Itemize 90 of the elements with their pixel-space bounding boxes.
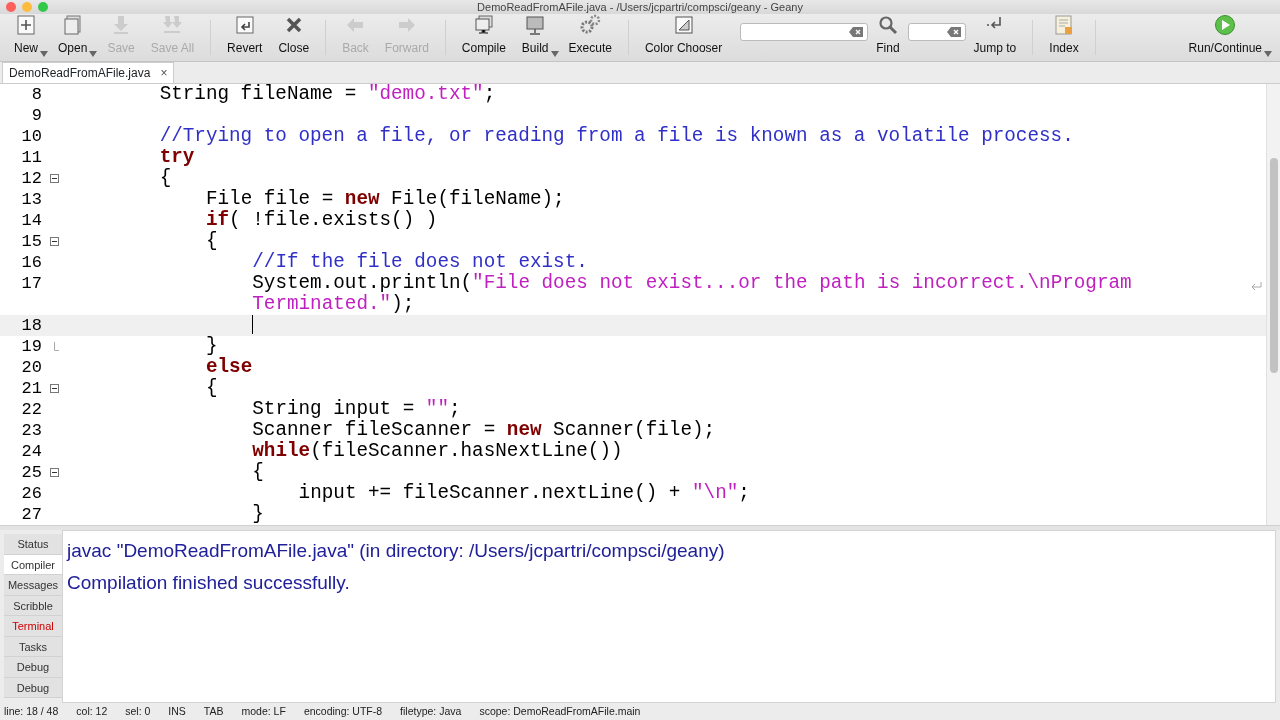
code-line: Scanner fileScanner = new Scanner(file); (252, 419, 716, 441)
caret-icon[interactable] (1264, 51, 1272, 58)
line-number: 16 (20, 252, 42, 273)
line-number: 18 (20, 315, 42, 336)
play-icon (1214, 14, 1237, 36)
line-number: 24 (20, 441, 42, 462)
caret-icon[interactable] (550, 51, 559, 58)
code-line: if( !file.exists() ) (205, 209, 438, 231)
line-number: 9 (30, 105, 42, 126)
clear-icon (849, 26, 864, 37)
status-item: mode: LF (241, 703, 286, 719)
status-item: filetype: Java (400, 703, 462, 719)
line-number: 17 (20, 273, 42, 295)
panel-tab[interactable]: Debug (4, 677, 62, 698)
close-tab-button[interactable]: × (160, 64, 168, 82)
code-line: while(fileScanner.hasNextLine()) (252, 440, 623, 462)
status-item: col: 12 (76, 703, 108, 719)
file-tab[interactable]: DemoReadFromAFile.java × (2, 62, 175, 83)
code-line: input += fileScanner.nextLine() + "\n"; (298, 482, 750, 504)
document-hand-icon (1052, 14, 1075, 36)
toolbar-button[interactable]: Color Chooser (636, 14, 731, 61)
search-field[interactable] (907, 22, 966, 41)
toolbar-button[interactable]: Find (868, 14, 908, 61)
toolbar-button[interactable]: Open (50, 14, 96, 61)
line-number: 25 (20, 462, 42, 483)
panel-tab[interactable]: Scribble (4, 595, 62, 616)
line-number: 11 (20, 147, 42, 168)
panel-tab[interactable]: Status (4, 534, 62, 555)
status-item: sel: 0 (125, 703, 151, 719)
line-number: 26 (20, 483, 42, 504)
code-line: { (205, 230, 218, 252)
code-line: File file = new File(fileName); (205, 188, 565, 210)
panel-tab[interactable]: Terminal (4, 616, 62, 637)
code-line: System.out.println("File does not exist...or the path is incorrect.\nProgram Terminated."); (252, 272, 1133, 315)
toolbar-button[interactable]: Run/Continue (1180, 14, 1270, 61)
window-title: DemoReadFromAFile.java - /Users/jcpartri/compsci/geany - Geany (477, 0, 803, 15)
line-number: 23 (20, 420, 42, 441)
code-line: { (205, 377, 218, 399)
line-number: 12 (20, 168, 42, 189)
panel-tab[interactable]: Compiler (4, 554, 62, 575)
code-line: else (205, 356, 253, 378)
status-item: TAB (203, 703, 224, 719)
revert-icon (233, 14, 256, 36)
caret-icon[interactable] (89, 51, 98, 58)
text-cursor (252, 315, 254, 335)
new-file-icon (15, 14, 37, 36)
scrollbar-thumb[interactable] (1269, 158, 1278, 373)
status-item: scope: DemoReadFromAFile.main (479, 703, 641, 719)
toolbar-button[interactable]: Revert (219, 14, 271, 61)
toolbar-button[interactable]: Index (1041, 14, 1087, 61)
code-line: String fileName = "demo.txt"; (159, 84, 496, 105)
monitor-icon (472, 14, 495, 36)
line-number: 20 (20, 357, 42, 378)
line-number: 21 (20, 378, 42, 399)
status-item: line: 18 / 48 (4, 703, 59, 719)
code-line: try (159, 146, 195, 168)
gears-icon (579, 14, 602, 36)
clear-icon (946, 26, 961, 37)
panel-tab[interactable]: Tasks (4, 636, 62, 657)
toolbar-button[interactable]: Jump to (965, 14, 1025, 61)
code-line: //Trying to open a file, or reading from a file is known as a volatile process. (159, 125, 1074, 147)
line-number: 10 (20, 126, 42, 147)
folder-icon (61, 14, 84, 36)
line-number: 27 (20, 504, 42, 525)
code-line: //If the file does not exist. (252, 251, 588, 273)
search-field[interactable] (740, 22, 869, 41)
panel-tab[interactable]: Debug (4, 657, 62, 678)
compiler-message: javac "DemoReadFromAFile.java" (in directory: /Users/jcpartri/compsci/geany) (67, 539, 726, 563)
code-line: } (205, 335, 218, 357)
caret-icon[interactable] (40, 51, 48, 58)
panel-tab[interactable]: Messages (4, 575, 62, 596)
line-number: 15 (20, 231, 42, 252)
code-line: } (252, 503, 264, 525)
line-number: 22 (20, 399, 42, 420)
code-line: { (159, 167, 172, 189)
search-icon (876, 14, 899, 36)
toolbar-button[interactable]: Build (513, 14, 557, 61)
line-number: 8 (30, 84, 42, 105)
code-line: { (252, 461, 264, 483)
code-line: String input = ""; (252, 398, 461, 420)
toolbar-button[interactable]: Close (270, 14, 318, 61)
toolbar-button[interactable]: Compile (453, 14, 514, 61)
toolbar-button[interactable]: New (6, 14, 46, 61)
status-item: encoding: UTF-8 (303, 703, 383, 719)
line-number: 19 (20, 336, 42, 357)
status-item: INS (168, 703, 186, 719)
line-number: 14 (20, 210, 42, 231)
toolbar-button[interactable]: Execute (560, 14, 620, 61)
compiler-message: Compilation finished successfully. (67, 571, 351, 595)
line-number: 13 (20, 189, 42, 210)
